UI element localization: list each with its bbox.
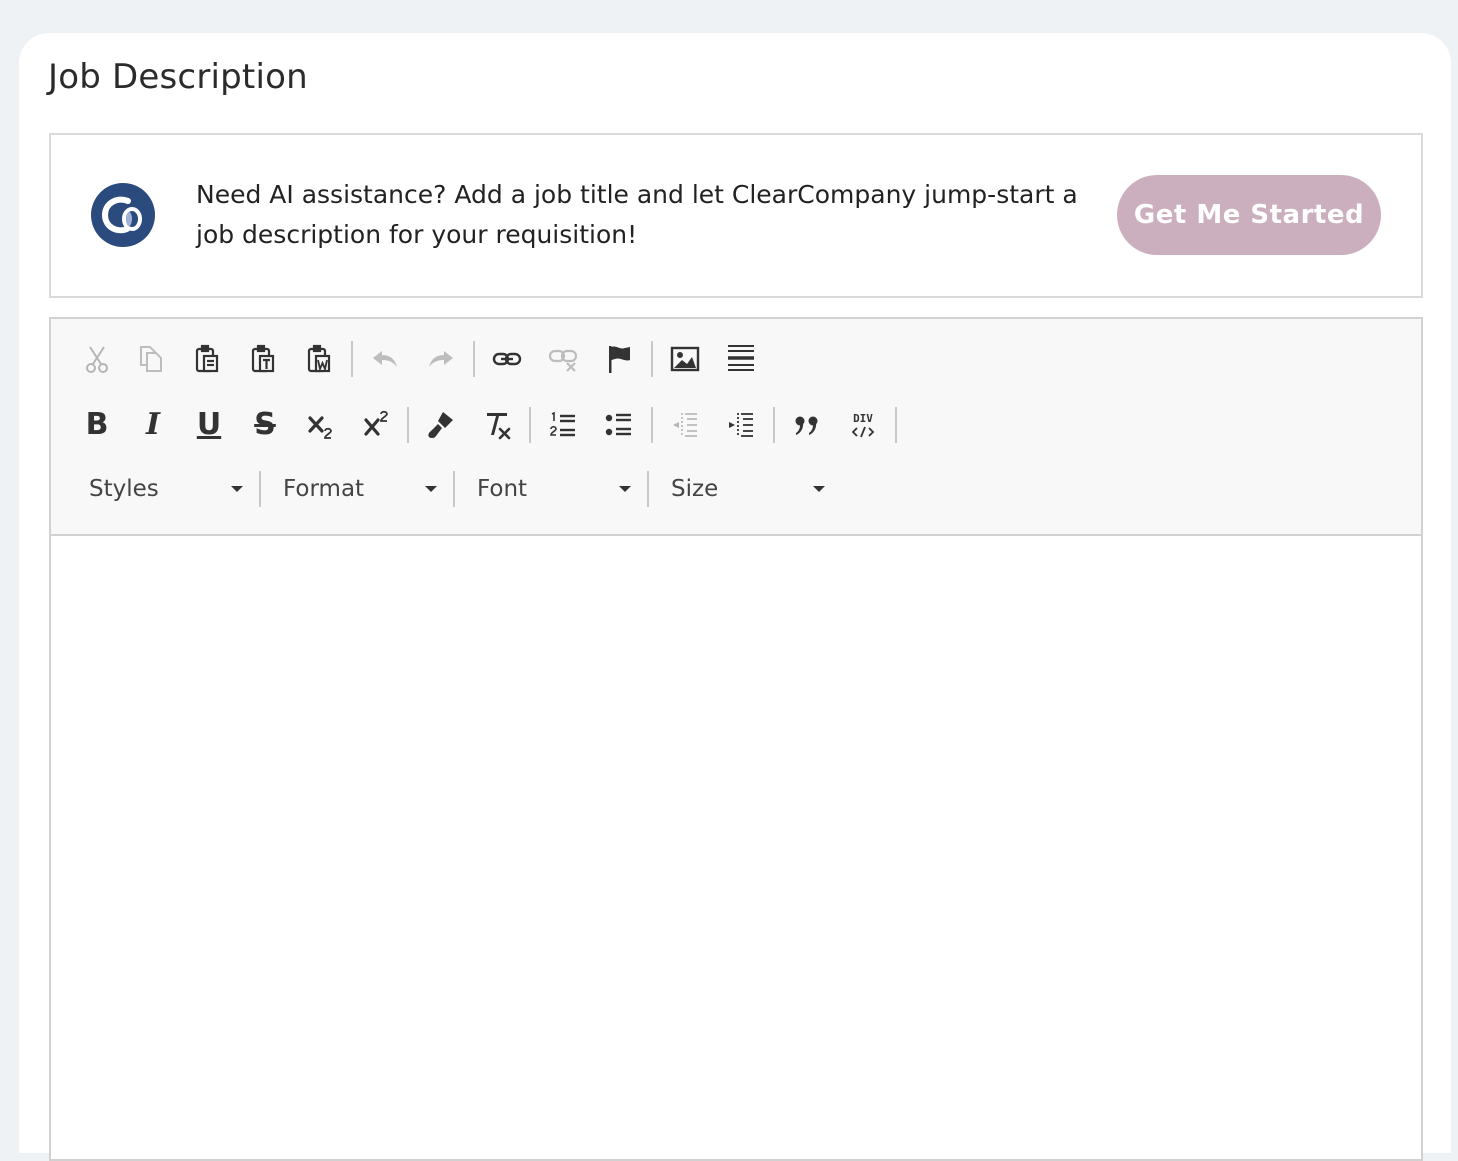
- size-dropdown[interactable]: Size: [671, 467, 825, 511]
- subscript-icon[interactable]: [301, 405, 341, 445]
- div-container-icon[interactable]: DIV: [843, 405, 883, 445]
- font-dropdown[interactable]: Font: [477, 467, 631, 511]
- editor-toolbar: B I U S DIV Styles Format Font Size: [51, 319, 1421, 536]
- toolbar-separator: [895, 407, 897, 443]
- rich-text-editor: B I U S DIV Styles Format Font Size: [49, 317, 1423, 1161]
- section-title: Job Description: [48, 57, 308, 97]
- editor-content-area[interactable]: [51, 536, 1421, 1159]
- ai-assistance-banner: Need AI assistance? Add a job title and …: [49, 133, 1423, 298]
- undo-icon[interactable]: [365, 339, 405, 379]
- chevron-down-icon: [619, 486, 631, 492]
- toolbar-separator: [647, 471, 649, 507]
- italic-icon[interactable]: I: [133, 405, 173, 445]
- horizontal-line-icon[interactable]: [721, 339, 761, 379]
- font-label: Font: [477, 476, 528, 502]
- numbered-list-icon[interactable]: [543, 405, 583, 445]
- copy-format-icon[interactable]: [421, 405, 461, 445]
- paste-icon[interactable]: [187, 339, 227, 379]
- strikethrough-icon[interactable]: S: [245, 405, 285, 445]
- toolbar-separator: [259, 471, 261, 507]
- strike-glyph: S: [254, 407, 276, 442]
- image-icon[interactable]: [665, 339, 705, 379]
- paste-text-icon[interactable]: [243, 339, 283, 379]
- italic-glyph: I: [145, 407, 161, 442]
- ai-assistance-message: Need AI assistance? Add a job title and …: [196, 180, 1078, 249]
- link-icon[interactable]: [487, 339, 527, 379]
- toolbar-separator: [453, 471, 455, 507]
- unlink-icon[interactable]: [543, 339, 583, 379]
- copy-icon[interactable]: [131, 339, 171, 379]
- chevron-down-icon: [813, 486, 825, 492]
- format-dropdown[interactable]: Format: [283, 467, 437, 511]
- chevron-down-icon: [425, 486, 437, 492]
- remove-format-icon[interactable]: [477, 405, 517, 445]
- paste-word-icon[interactable]: [299, 339, 339, 379]
- toolbar-separator: [651, 407, 653, 443]
- increase-indent-icon[interactable]: [721, 405, 761, 445]
- job-description-card: Job Description Need AI assistance? Add …: [19, 33, 1451, 1161]
- bold-icon[interactable]: B: [77, 405, 117, 445]
- styles-dropdown[interactable]: Styles: [89, 467, 243, 511]
- styles-label: Styles: [89, 476, 159, 502]
- toolbar-separator: [651, 341, 653, 377]
- bulleted-list-icon[interactable]: [599, 405, 639, 445]
- toolbar-separator: [407, 407, 409, 443]
- superscript-icon[interactable]: [357, 405, 397, 445]
- chevron-down-icon: [231, 486, 243, 492]
- size-label: Size: [671, 476, 719, 502]
- redo-icon[interactable]: [421, 339, 461, 379]
- anchor-icon[interactable]: [599, 339, 639, 379]
- decrease-indent-icon[interactable]: [665, 405, 705, 445]
- div-glyph: DIV: [853, 412, 873, 425]
- toolbar-separator: [773, 407, 775, 443]
- blockquote-icon[interactable]: [787, 405, 827, 445]
- scissors-icon[interactable]: [77, 339, 117, 379]
- underline-icon[interactable]: U: [189, 405, 229, 445]
- bold-glyph: B: [85, 407, 109, 442]
- clearcompany-logo-icon: [91, 183, 155, 247]
- get-me-started-button[interactable]: Get Me Started: [1117, 175, 1381, 255]
- toolbar-separator: [473, 341, 475, 377]
- format-label: Format: [283, 476, 365, 502]
- toolbar-separator: [529, 407, 531, 443]
- toolbar-separator: [351, 341, 353, 377]
- underline-glyph: U: [196, 407, 222, 442]
